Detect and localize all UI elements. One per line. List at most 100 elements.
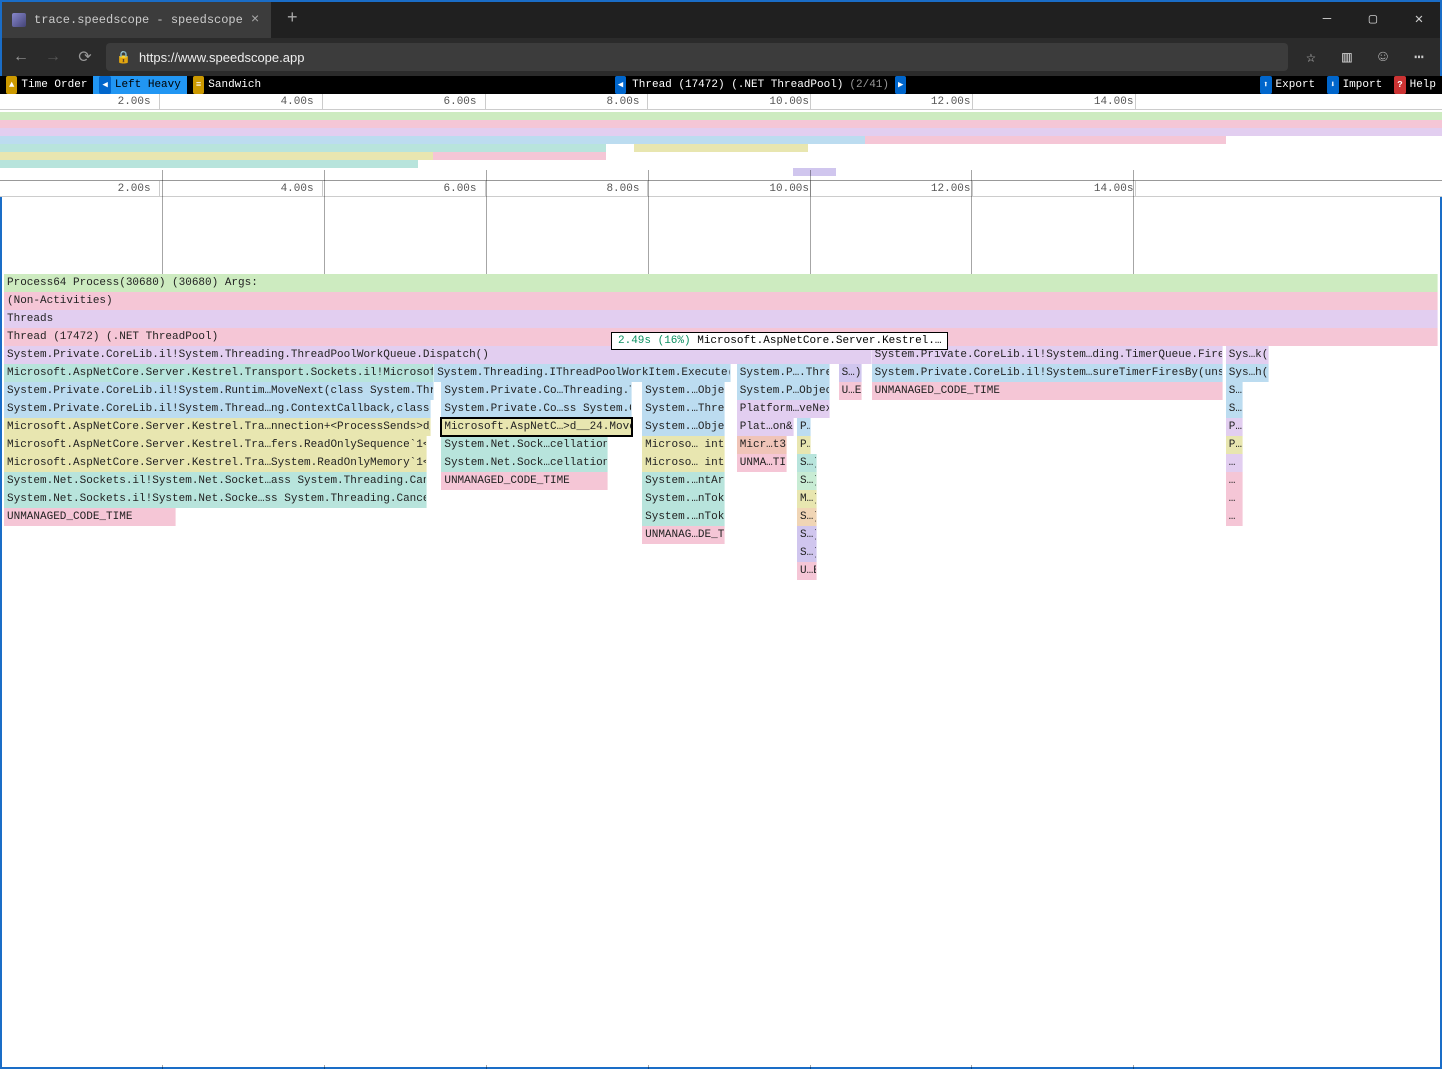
flame-frame[interactable]: P…): [1226, 436, 1243, 454]
forward-button[interactable]: →: [42, 48, 64, 66]
flame-frame[interactable]: UNMANAGED_CODE_TIME: [4, 508, 176, 526]
flame-frame[interactable]: System.Net.Sock…cellationToken): [441, 436, 607, 454]
help-button[interactable]: ?Help: [1388, 76, 1442, 94]
export-button[interactable]: ⬆Export: [1254, 76, 1321, 94]
flame-frame[interactable]: P…): [797, 436, 811, 454]
import-button[interactable]: ⬇Import: [1321, 76, 1388, 94]
minimap-band: [865, 136, 1226, 144]
flame-frame[interactable]: Microsoft.AspNetCore.Server.Kestrel.Tran…: [4, 364, 434, 382]
flame-frame[interactable]: UNMANAGED_CODE_TIME: [872, 382, 1223, 400]
flame-frame[interactable]: (Non-Activities): [4, 292, 1438, 310]
minimize-button[interactable]: —: [1304, 0, 1350, 38]
flame-frame[interactable]: Sys…k(): [1226, 346, 1269, 364]
minimap-band: [0, 128, 1442, 136]
close-tab-icon[interactable]: ×: [251, 12, 259, 28]
flame-frame[interactable]: System.Net.Sockets.il!System.Net.Socke…s…: [4, 490, 427, 508]
flame-frame[interactable]: Sys…h(): [1226, 364, 1269, 382]
flame-frame[interactable]: M…): [797, 490, 817, 508]
flame-frame[interactable]: System.…nToken): [642, 508, 725, 526]
flame-frame[interactable]: S…): [839, 364, 862, 382]
flame-frame[interactable]: System.Net.Sockets.il!System.Net.Socket……: [4, 472, 427, 490]
flame-frame[interactable]: Microsoft.AspNetC…>d__24.MoveNext(): [441, 418, 632, 436]
flame-frame[interactable]: …: [1226, 472, 1243, 490]
flame-frame[interactable]: S…): [797, 472, 817, 490]
browser-tab[interactable]: trace.speedscope - speedscope ×: [0, 0, 272, 38]
flame-frame[interactable]: P…): [1226, 418, 1243, 436]
help-label: Help: [1410, 76, 1436, 94]
refresh-button[interactable]: ⟳: [74, 47, 96, 67]
export-label: Export: [1276, 76, 1316, 94]
next-thread-icon[interactable]: ▶: [895, 76, 906, 94]
time-order-tab[interactable]: ▲Time Order: [0, 76, 93, 94]
flame-frame[interactable]: System.…nToken): [642, 490, 725, 508]
axis-tick: 8.00s: [647, 181, 685, 196]
feedback-icon[interactable]: ☺: [1370, 48, 1396, 66]
flame-frame[interactable]: Microso… int8>): [642, 436, 725, 454]
axis-tick: 4.00s: [322, 181, 360, 196]
flame-frame[interactable]: System.Net.Sock…cellationToken): [441, 454, 607, 472]
flame-frame[interactable]: Platform…veNext(): [737, 400, 830, 418]
flame-frame[interactable]: P…): [797, 418, 811, 436]
tab-title: trace.speedscope - speedscope: [34, 13, 243, 27]
flame-frame[interactable]: System.Private.CoreLib.il!System.Thread……: [4, 400, 431, 418]
flame-frame[interactable]: UNMANAG…DE_TIME: [642, 526, 725, 544]
flame-frame[interactable]: S…): [797, 526, 817, 544]
flame-frame[interactable]: Microsoft.AspNetCore.Server.Kestrel.Tra……: [4, 418, 431, 436]
back-button[interactable]: ←: [10, 48, 32, 66]
flame-frame[interactable]: S…): [797, 454, 817, 472]
minimap-band: [0, 152, 433, 160]
flamegraph[interactable]: Process64 Process(30680) (30680) Args:(N…: [4, 274, 1438, 1065]
window-controls: — ▢ ✕: [1304, 0, 1442, 38]
thread-label: Thread (17472) (.NET ThreadPool): [632, 76, 843, 94]
flame-frame[interactable]: System.P….Thread): [737, 364, 830, 382]
flame-frame[interactable]: U…E: [797, 562, 817, 580]
prev-thread-icon[interactable]: ◀: [615, 76, 626, 94]
flame-frame[interactable]: S…): [797, 544, 817, 562]
flame-frame[interactable]: System.…Object): [642, 382, 725, 400]
flame-frame[interactable]: System.Threading.IThreadPoolWorkItem.Exe…: [434, 364, 731, 382]
close-window-button[interactable]: ✕: [1396, 0, 1442, 38]
new-tab-button[interactable]: +: [272, 0, 312, 38]
flame-frame[interactable]: Microso… int8>): [642, 454, 725, 472]
flame-frame[interactable]: System.Private.Co…ss System.Object): [441, 400, 632, 418]
flame-frame[interactable]: S…): [1226, 400, 1243, 418]
flame-frame[interactable]: System.P…Object): [737, 382, 830, 400]
flame-frame[interactable]: Threads: [4, 310, 1438, 328]
flame-frame[interactable]: UNMA…TIME: [737, 454, 787, 472]
flame-frame[interactable]: S…): [1226, 382, 1243, 400]
minimap[interactable]: [0, 110, 1442, 181]
flame-frame[interactable]: System.Private.CoreLib.il!System.Runtim……: [4, 382, 434, 400]
flame-frame[interactable]: …: [1226, 508, 1243, 526]
flame-frame[interactable]: System.…Thread): [642, 400, 725, 418]
flame-frame[interactable]: S…): [797, 508, 817, 526]
reading-icon[interactable]: ▥: [1334, 47, 1360, 67]
flame-frame[interactable]: …: [1226, 490, 1243, 508]
flame-frame[interactable]: System.…ntArgs): [642, 472, 725, 490]
flame-frame[interactable]: Plat…on&): [737, 418, 794, 436]
favorite-icon[interactable]: ☆: [1298, 47, 1324, 67]
flame-frame[interactable]: U…E: [839, 382, 862, 400]
flame-frame[interactable]: Microsoft.AspNetCore.Server.Kestrel.Tra……: [4, 436, 427, 454]
speedscope-toolbar: ▲Time Order ◀Left Heavy ≡Sandwich ◀ Thre…: [0, 76, 1442, 94]
thread-selector[interactable]: ◀ Thread (17472) (.NET ThreadPool) (2/41…: [267, 76, 1254, 94]
maximize-button[interactable]: ▢: [1350, 0, 1396, 38]
url-field[interactable]: 🔒 https://www.speedscope.app: [106, 43, 1288, 71]
address-bar: ← → ⟳ 🔒 https://www.speedscope.app ☆ ▥ ☺…: [0, 38, 1442, 76]
flame-frame[interactable]: Micr…t32): [737, 436, 787, 454]
axis-tick: 12.00s: [972, 94, 1017, 109]
flame-frame[interactable]: System.Private.CoreLib.il!System…sureTim…: [872, 364, 1223, 382]
flame-frame[interactable]: Microsoft.AspNetCore.Server.Kestrel.Tra……: [4, 454, 427, 472]
flame-frame[interactable]: System.Private.Co…Threading.Thread): [441, 382, 632, 400]
flame-frame[interactable]: System.…Object): [642, 418, 725, 436]
flame-frame[interactable]: …: [1226, 454, 1243, 472]
flame-frame[interactable]: Process64 Process(30680) (30680) Args:: [4, 274, 1438, 292]
flame-frame[interactable]: UNMANAGED_CODE_TIME: [441, 472, 607, 490]
more-icon[interactable]: ⋯: [1406, 47, 1432, 67]
titlebar: trace.speedscope - speedscope × + — ▢ ✕: [0, 0, 1442, 38]
axis-tick: 8.00s: [647, 94, 685, 109]
left-heavy-tab[interactable]: ◀Left Heavy: [93, 76, 186, 94]
sandwich-tab[interactable]: ≡Sandwich: [187, 76, 267, 94]
axis-tick: 14.00s: [1135, 181, 1180, 196]
thread-count: (2/41): [849, 76, 889, 94]
minimap-band: [0, 136, 865, 144]
